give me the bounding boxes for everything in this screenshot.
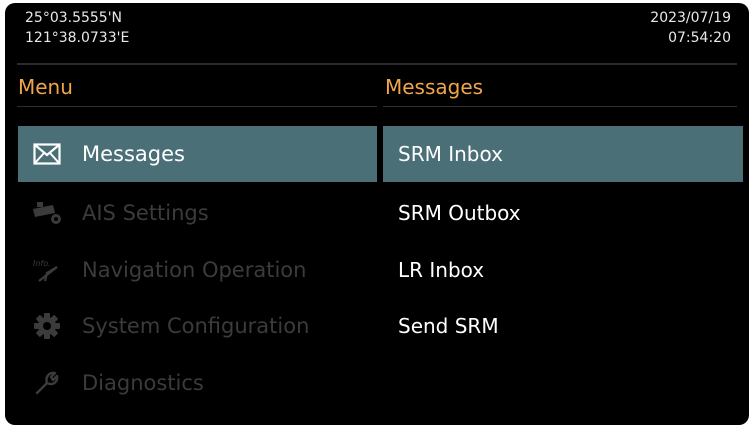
message-item-label: SRM Inbox [398,142,503,166]
menu-item-label: Messages [82,142,185,166]
message-item-label: SRM Outbox [398,201,521,225]
menu-divider [17,106,377,107]
message-item-label: LR Inbox [398,258,485,282]
menu-item-messages[interactable]: Messages [18,126,377,182]
latitude-readout: 25°03.5555'N [25,10,123,26]
menu-item-system-configuration[interactable]: System Configuration [18,298,377,354]
menu-item-navigation-operation[interactable]: Info. Navigation Operation [18,242,377,298]
menu-item-label: Diagnostics [82,371,204,395]
wrench-icon [30,368,64,398]
message-item-label: Send SRM [398,314,499,338]
messages-title: Messages [385,75,484,99]
messages-divider [383,106,737,107]
message-item-srm-outbox[interactable]: SRM Outbox [383,185,743,241]
menu-item-label: Navigation Operation [82,258,307,282]
device-screen: 25°03.5555'N 121°38.0733'E 2023/07/19 07… [5,3,749,425]
svg-text:Info.: Info. [33,259,51,268]
info-compass-icon: Info. [30,255,64,285]
date-readout: 2023/07/19 [650,10,731,26]
menu-item-label: AIS Settings [82,201,209,225]
message-item-srm-inbox[interactable]: SRM Inbox [383,126,743,182]
envelope-icon [30,139,64,169]
menu-item-label: System Configuration [82,314,310,338]
menu-title: Menu [18,75,73,99]
message-item-send-srm[interactable]: Send SRM [383,298,743,354]
menu-item-diagnostics[interactable]: Diagnostics [18,355,377,411]
longitude-readout: 121°38.0733'E [25,30,130,46]
ship-gear-icon [30,198,64,228]
status-bar: 25°03.5555'N 121°38.0733'E 2023/07/19 07… [17,3,737,65]
gear-icon [30,311,64,341]
time-readout: 07:54:20 [668,30,731,46]
menu-item-ais-settings[interactable]: AIS Settings [18,185,377,241]
message-item-lr-inbox[interactable]: LR Inbox [383,242,743,298]
